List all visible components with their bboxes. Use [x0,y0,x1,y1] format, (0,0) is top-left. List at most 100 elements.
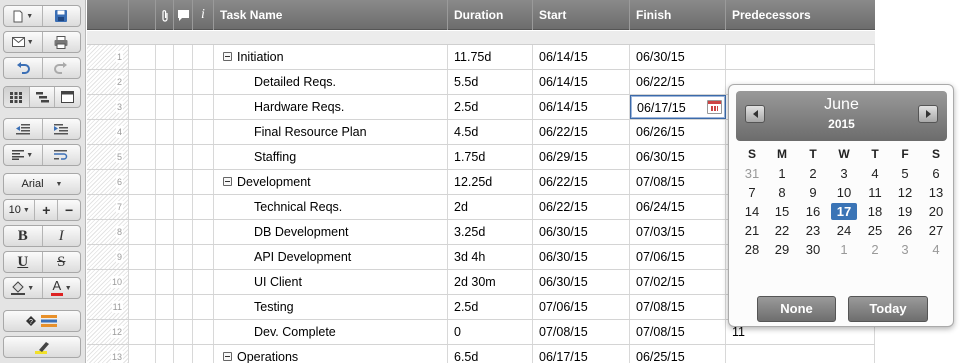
calendar-day[interactable]: 13 [923,184,949,201]
wrap-text-button[interactable] [43,145,81,165]
calendar-day[interactable]: 4 [862,165,888,182]
row-action-cell[interactable] [129,220,156,244]
row-number[interactable]: 11 [87,295,129,319]
row-number[interactable]: 13 [87,345,129,363]
row-action-cell[interactable] [129,145,156,169]
task-name-cell[interactable]: UI Client [214,270,448,294]
attachment-cell[interactable] [156,245,174,269]
finish-cell[interactable]: 06/30/15 [630,45,726,69]
attachment-cell[interactable] [156,145,174,169]
duration-cell[interactable]: 2d [448,195,533,219]
duration-cell[interactable]: 2.5d [448,295,533,319]
comments-header[interactable] [174,0,193,30]
calendar-day[interactable]: 11 [862,184,888,201]
redo-button[interactable] [43,58,81,78]
calendar-day[interactable]: 30 [800,241,826,258]
collapse-icon[interactable] [223,352,232,362]
start-cell[interactable]: 06/22/15 [533,170,630,194]
info-cell[interactable] [193,195,214,219]
finish-cell[interactable]: 07/08/15 [630,170,726,194]
table-row[interactable]: 1 Initiation 11.75d 06/14/15 06/30/15 [87,45,875,70]
attachment-cell[interactable] [156,270,174,294]
strikethrough-button[interactable]: S [43,252,81,272]
comment-cell[interactable] [174,70,193,94]
start-cell[interactable]: 06/14/15 [533,95,630,119]
row-number[interactable]: 7 [87,195,129,219]
finish-header[interactable]: Finish [630,0,726,30]
print-button[interactable] [43,32,81,52]
calendar-day[interactable]: 28 [739,241,765,258]
attachment-cell[interactable] [156,195,174,219]
calendar-day[interactable]: 3 [892,241,918,258]
row-action-cell[interactable] [129,320,156,344]
task-name-cell[interactable]: API Development [214,245,448,269]
duration-cell[interactable]: 11.75d [448,45,533,69]
finish-cell[interactable]: 06/26/15 [630,120,726,144]
finish-cell[interactable]: 06/24/15 [630,195,726,219]
email-button[interactable]: ▼ [4,32,43,52]
row-action-cell[interactable] [129,95,156,119]
info-cell[interactable] [193,220,214,244]
gantt-view-button[interactable] [30,87,56,107]
increase-font-size-button[interactable]: + [35,200,59,220]
duration-cell[interactable]: 12.25d [448,170,533,194]
duration-cell[interactable]: 6.5d [448,345,533,363]
bold-button[interactable]: B [4,226,43,246]
row-action-cell[interactable] [129,270,156,294]
calendar-day[interactable]: 2 [862,241,888,258]
calendar-day[interactable]: 3 [831,165,857,182]
row-number[interactable]: 6 [87,170,129,194]
calendar-day[interactable]: 16 [800,203,826,220]
comment-cell[interactable] [174,320,193,344]
calendar-day[interactable]: 10 [831,184,857,201]
start-cell[interactable]: 06/17/15 [533,345,630,363]
calendar-day[interactable]: 7 [739,184,765,201]
start-cell[interactable]: 06/30/15 [533,220,630,244]
calendar-day[interactable]: 24 [831,222,857,239]
task-name-cell[interactable]: Staffing [214,145,448,169]
row-action-cell[interactable] [129,245,156,269]
info-cell[interactable] [193,95,214,119]
comment-cell[interactable] [174,270,193,294]
duration-cell[interactable]: 0 [448,320,533,344]
conditional-formatting-button[interactable]: ? [4,311,80,331]
info-cell[interactable] [193,70,214,94]
calendar-day[interactable]: 20 [923,203,949,220]
align-button[interactable]: ▼ [4,145,43,165]
highlight-changes-button[interactable] [4,337,80,357]
calendar-day[interactable]: 26 [892,222,918,239]
collapse-icon[interactable] [223,177,232,187]
calendar-day[interactable]: 22 [769,222,795,239]
duration-header[interactable]: Duration [448,0,533,30]
attachment-cell[interactable] [156,120,174,144]
task-name-cell[interactable]: DB Development [214,220,448,244]
calendar-view-button[interactable] [55,87,80,107]
row-number[interactable]: 9 [87,245,129,269]
calendar-day[interactable]: 6 [923,165,949,182]
calendar-day[interactable]: 31 [739,165,765,182]
comment-cell[interactable] [174,120,193,144]
start-cell[interactable]: 06/29/15 [533,145,630,169]
font-color-button[interactable]: A ▼ [43,278,81,298]
info-cell[interactable] [193,170,214,194]
row-number[interactable]: 3 [87,95,129,119]
row-number[interactable]: 12 [87,320,129,344]
comment-cell[interactable] [174,220,193,244]
outdent-button[interactable] [4,119,43,139]
info-cell[interactable] [193,120,214,144]
duration-cell[interactable]: 1.75d [448,145,533,169]
finish-cell[interactable]: 06/25/15 [630,345,726,363]
calendar-day[interactable]: 19 [892,203,918,220]
comment-cell[interactable] [174,295,193,319]
collapse-icon[interactable] [223,52,232,62]
task-name-cell[interactable]: Final Resource Plan [214,120,448,144]
predecessors-header[interactable]: Predecessors [726,0,875,30]
comment-cell[interactable] [174,245,193,269]
calendar-day[interactable]: 1 [831,241,857,258]
row-number[interactable]: 2 [87,70,129,94]
font-size-dropdown[interactable]: 10 ▼ [4,200,36,220]
info-cell[interactable] [193,145,214,169]
task-name-cell[interactable]: Initiation [214,45,448,69]
duration-cell[interactable]: 3d 4h [448,245,533,269]
calendar-day[interactable]: 2 [800,165,826,182]
